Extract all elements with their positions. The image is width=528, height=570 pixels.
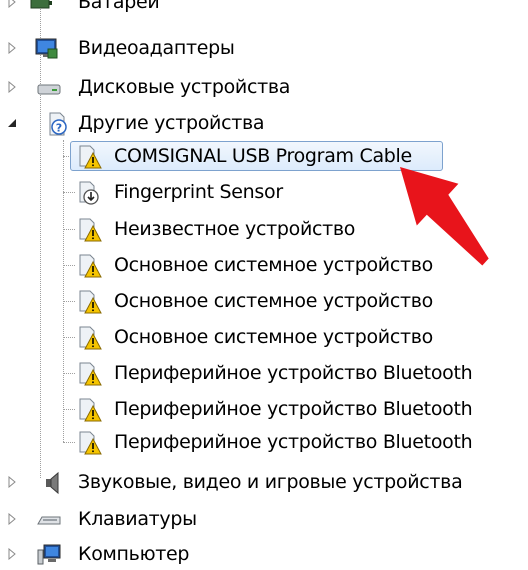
tree-item-label: Другие устройства xyxy=(78,112,265,134)
tree-item-label: Неизвестное устройство xyxy=(114,218,356,240)
unknown-device-icon: ? xyxy=(49,112,67,136)
tree-item-unknown-device[interactable]: Неизвестное устройство xyxy=(0,213,528,245)
tree-item-base-system-device[interactable]: Основное системное устройство xyxy=(0,249,528,281)
tree-item-bluetooth-peripheral[interactable]: Периферийное устройство Bluetooth xyxy=(0,426,528,458)
tree-item-display-adapters[interactable]: Видеоадаптеры xyxy=(0,32,528,64)
battery-icon xyxy=(30,0,52,9)
tree-item-keyboards[interactable]: Клавиатуры xyxy=(0,503,528,535)
expand-arrow-icon[interactable] xyxy=(6,0,18,8)
expand-arrow-icon[interactable] xyxy=(6,81,18,93)
tree-item-label: Дисковые устройства xyxy=(78,76,291,98)
expand-arrow-icon[interactable] xyxy=(6,476,18,488)
tree-item-label: Клавиатуры xyxy=(78,508,197,530)
tree-item-bluetooth-peripheral[interactable]: Периферийное устройство Bluetooth xyxy=(0,357,528,389)
tree-item-label: Компьютер xyxy=(78,543,190,565)
tree-item-label: Основное системное устройство xyxy=(114,254,433,276)
expand-arrow-icon[interactable] xyxy=(6,548,18,560)
tree-item-fingerprint-sensor[interactable]: Fingerprint Sensor xyxy=(0,176,528,208)
tree-item-sound-video-game[interactable]: Звуковые, видео и игровые устройства xyxy=(0,466,528,498)
tree-item-label: COMSIGNAL USB Program Cable xyxy=(114,145,412,167)
tree-item-batteries[interactable]: Батареи xyxy=(0,0,528,18)
warning-device-icon xyxy=(79,362,102,386)
download-device-icon xyxy=(79,181,99,205)
monitor-icon xyxy=(35,38,58,59)
computer-icon xyxy=(37,544,61,565)
tree-item-base-system-device[interactable]: Основное системное устройство xyxy=(0,321,528,353)
expand-arrow-icon[interactable] xyxy=(6,42,18,54)
tree-item-label: Видеоадаптеры xyxy=(78,37,235,59)
svg-text:?: ? xyxy=(56,122,62,135)
tree-item-label: Батареи xyxy=(78,0,160,13)
device-manager-tree: Батареи Видеоадаптеры Дисковые устройств… xyxy=(0,0,528,565)
tree-item-comsignal-usb-program-cable[interactable]: COMSIGNAL USB Program Cable xyxy=(0,140,528,172)
disk-drive-icon xyxy=(37,84,61,95)
warning-device-icon xyxy=(79,398,102,422)
tree-item-disk-drives[interactable]: Дисковые устройства xyxy=(0,71,528,103)
warning-device-icon xyxy=(79,254,102,278)
warning-device-icon xyxy=(79,431,102,455)
tree-item-other-devices[interactable]: ? Другие устройства xyxy=(0,107,528,139)
speaker-icon xyxy=(46,471,59,495)
tree-item-bluetooth-peripheral[interactable]: Периферийное устройство Bluetooth xyxy=(0,393,528,425)
warning-device-icon xyxy=(79,326,102,350)
tree-item-label: Периферийное устройство Bluetooth xyxy=(114,431,473,453)
warning-device-icon xyxy=(79,145,102,169)
keyboard-icon xyxy=(37,516,61,525)
tree-item-label: Fingerprint Sensor xyxy=(114,181,283,203)
tree-item-label: Периферийное устройство Bluetooth xyxy=(114,362,473,384)
tree-item-computer[interactable]: Компьютер xyxy=(0,538,528,570)
warning-device-icon xyxy=(79,218,102,242)
tree-item-label: Периферийное устройство Bluetooth xyxy=(114,398,473,420)
expand-arrow-icon[interactable] xyxy=(6,513,18,525)
tree-item-label: Основное системное устройство xyxy=(114,326,433,348)
tree-item-base-system-device[interactable]: Основное системное устройство xyxy=(0,285,528,317)
warning-device-icon xyxy=(79,290,102,314)
tree-item-label: Основное системное устройство xyxy=(114,290,433,312)
collapse-arrow-icon[interactable] xyxy=(6,117,18,129)
tree-item-label: Звуковые, видео и игровые устройства xyxy=(78,471,463,493)
